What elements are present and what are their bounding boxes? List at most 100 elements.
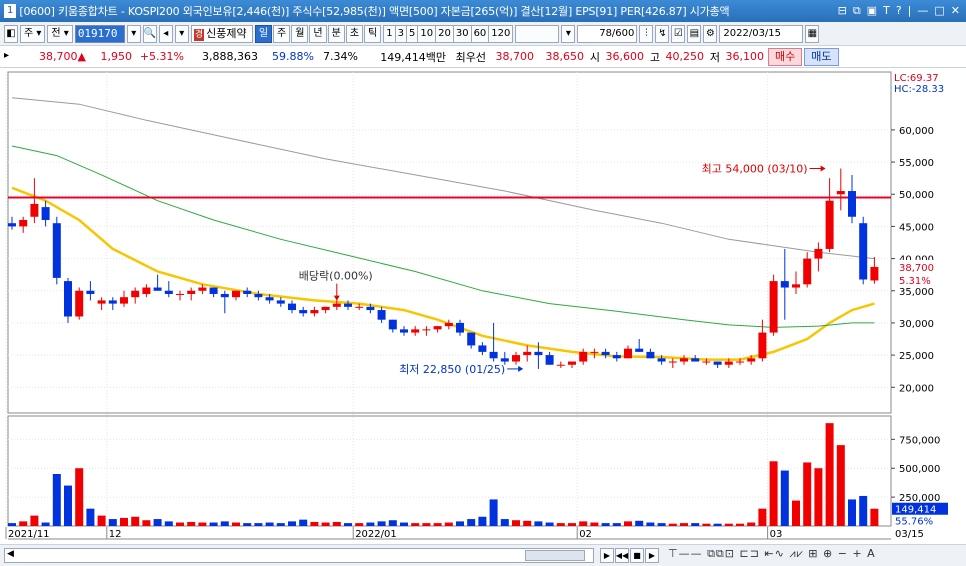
chart-scrollbar[interactable]: ◀: [4, 548, 594, 563]
close-button[interactable]: ✕: [951, 4, 960, 18]
candle: [680, 358, 688, 362]
rewind-icon[interactable]: ◀◀: [615, 548, 629, 563]
candle: [388, 319, 397, 330]
tab-year[interactable]: 년: [309, 24, 327, 43]
buy-button[interactable]: 매수: [768, 47, 803, 66]
candle: [556, 364, 565, 366]
scroll-thumb[interactable]: [525, 550, 585, 561]
volume-bar: [243, 523, 252, 526]
candle: [523, 351, 532, 356]
tab-week[interactable]: 주: [273, 24, 291, 43]
volume-bar: [344, 523, 352, 526]
price-info-bar: ▸ 38,700▲ 1,950 +5.31% 3,888,363 59.88% …: [0, 46, 966, 68]
candle: [164, 290, 173, 294]
volume-bar: [814, 468, 823, 526]
interval-3[interactable]: 3: [394, 24, 406, 43]
dropdown-icon[interactable]: ▾: [174, 24, 189, 43]
expand-icon[interactable]: ▸: [4, 48, 18, 66]
custom-interval-dropdown-icon[interactable]: ▾: [561, 24, 576, 43]
prev-select[interactable]: 전 ▾: [47, 24, 73, 43]
data-count-field[interactable]: 78/600: [577, 24, 638, 43]
chart-type-icon[interactable]: ⫶: [639, 24, 654, 43]
volume-bar: [388, 520, 397, 526]
volume-bar: [545, 522, 554, 526]
tab-tick[interactable]: 틱: [364, 24, 382, 43]
window-font-icon[interactable]: T: [883, 4, 890, 18]
scroll-left-icon[interactable]: ◀: [7, 549, 14, 559]
maximize-button[interactable]: □: [934, 4, 944, 18]
candle: [198, 287, 207, 291]
candle: [534, 351, 543, 356]
interval-5[interactable]: 5: [405, 24, 418, 43]
price-chart[interactable]: 60,00055,00050,00045,00040,00035,00030,0…: [0, 68, 966, 544]
volume-bar: [747, 522, 756, 526]
gear-icon[interactable]: ⚙: [703, 24, 718, 43]
candle: [512, 355, 520, 362]
candle: [624, 348, 632, 359]
volume-bar: [86, 508, 95, 526]
window-screen-icon[interactable]: ▣: [867, 4, 877, 18]
interval-60[interactable]: 60: [470, 24, 489, 43]
volume-bar: [142, 520, 151, 526]
candle: [97, 300, 106, 304]
candle: [859, 223, 868, 280]
sell-button[interactable]: 매도: [804, 47, 839, 66]
candle: [792, 284, 800, 288]
candle: [75, 290, 84, 317]
help-icon[interactable]: ?: [896, 4, 902, 18]
candle: [635, 348, 644, 352]
stock-code-input[interactable]: [74, 24, 125, 43]
volume-bar: [97, 515, 106, 526]
forward-icon[interactable]: ▶: [645, 548, 659, 563]
interval-120[interactable]: 120: [488, 24, 514, 43]
window-link-icon[interactable]: ⊟: [838, 4, 847, 18]
chart-menu-icon[interactable]: ◧: [4, 24, 18, 43]
speaker-icon[interactable]: ◂: [158, 24, 173, 43]
stop-icon[interactable]: ■: [630, 548, 644, 563]
warning-badge: 경: [193, 28, 205, 41]
search-icon[interactable]: 🔍: [142, 24, 157, 43]
chart-toolbar: ◧ 주 ▾ 전 ▾ ▾ 🔍 ◂ ▾ 경신풍제약 일 주 월 년 분 초 틱 1 …: [0, 22, 966, 46]
volume-bar: [164, 521, 173, 526]
volume-bar: [758, 508, 767, 526]
custom-interval-input[interactable]: [515, 24, 560, 43]
play-icon[interactable]: ▶: [600, 548, 614, 563]
candle: [366, 306, 375, 311]
interval-1[interactable]: 1: [383, 24, 395, 43]
minimize-button[interactable]: —: [917, 4, 928, 18]
price-panel: [7, 71, 892, 414]
volume-bar: [646, 522, 655, 526]
volume-bar: [310, 521, 319, 526]
volume-bar: [478, 516, 487, 526]
drawing-tools[interactable]: ⊤—— ⧉⧉⊡ ⊏⊐ ⇤∿ ⩘⩗ ⊞ ⊕ − + A: [668, 547, 876, 561]
date-end-label: 03/15: [895, 529, 924, 540]
interval-10[interactable]: 10: [417, 24, 436, 43]
tab-minute[interactable]: 분: [327, 24, 345, 43]
date-field[interactable]: 2022/03/15: [719, 24, 804, 43]
window-copy-icon[interactable]: ⧉: [853, 4, 861, 18]
interval-30[interactable]: 30: [452, 24, 471, 43]
market-select[interactable]: 주 ▾: [20, 24, 46, 43]
calendar-icon[interactable]: ▦: [805, 24, 820, 43]
candle: [86, 290, 95, 294]
current-price: 38,700▲: [22, 50, 86, 63]
volume-bar: [467, 519, 476, 526]
tab-day[interactable]: 일: [254, 24, 273, 43]
hc-label: HC:-28.33: [894, 84, 944, 95]
tab-second[interactable]: 초: [345, 24, 364, 43]
last-price-label: 38,700: [899, 263, 934, 274]
save-icon[interactable]: ▤: [687, 24, 702, 43]
candle: [332, 303, 341, 307]
code-dropdown-icon[interactable]: ▾: [126, 24, 141, 43]
crosshair-icon[interactable]: ↯: [655, 24, 670, 43]
candle: [64, 281, 72, 317]
candle: [848, 191, 856, 217]
high-label: 고: [649, 50, 660, 64]
volume-bar: [512, 520, 520, 526]
interval-20[interactable]: 20: [435, 24, 453, 43]
tab-month[interactable]: 월: [291, 24, 309, 43]
checkbox-icon[interactable]: ☑: [671, 24, 686, 43]
candle: [19, 219, 28, 227]
volume-bar: [444, 522, 453, 526]
last-rate-label: 5.31%: [899, 276, 931, 287]
